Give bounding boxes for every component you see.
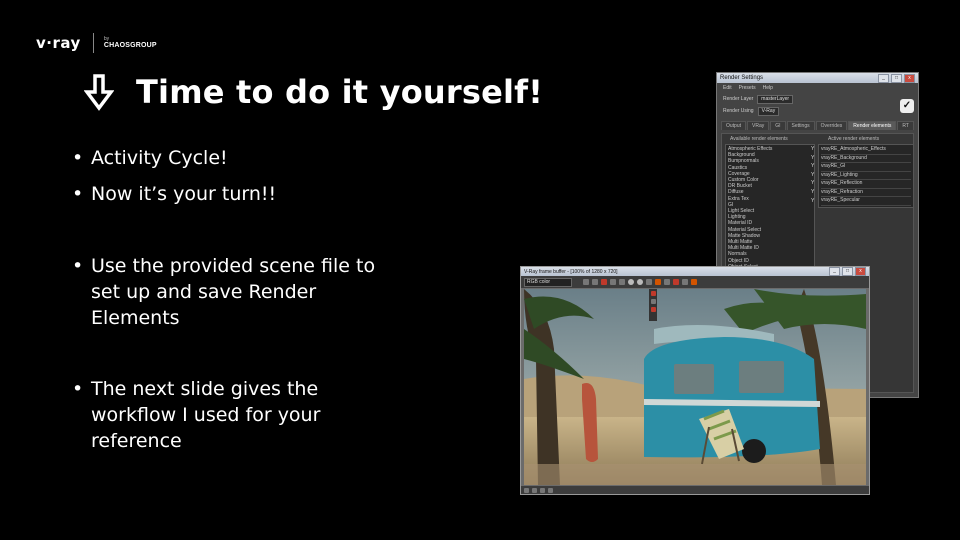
minimize-button[interactable]: _ [829, 267, 840, 276]
bullet-list: Use the provided scene file to set up an… [72, 253, 402, 331]
status-icon[interactable] [524, 487, 529, 493]
tab-vray[interactable]: VRay [747, 121, 770, 130]
render-preview-illustration [524, 289, 866, 485]
active-element-item[interactable]: vrayRE_Atmospheric_Effects [821, 146, 911, 155]
active-element-item[interactable]: vrayRE_GI [821, 163, 911, 172]
close-button[interactable]: x [904, 73, 915, 83]
arrow-down-icon [84, 74, 114, 111]
chaosgroup-logo: by CHAOSGROUP [103, 37, 157, 50]
link-icon[interactable] [664, 279, 670, 285]
channel-select[interactable]: RGB color [524, 277, 572, 287]
element-enabled-check[interactable]: Y [811, 171, 814, 180]
close-button[interactable]: x [855, 267, 866, 276]
lock-icon[interactable] [682, 279, 688, 285]
element-enabled-check[interactable]: Y [811, 162, 814, 171]
render-settings-tabs: Output VRay GI Settings Overrides Render… [717, 121, 918, 130]
element-checkmarks: YYYYYYY [811, 145, 814, 205]
tab-settings[interactable]: Settings [786, 121, 815, 130]
red-channel-icon[interactable] [601, 279, 607, 285]
slide-title: Time to do it yourself! [136, 73, 544, 111]
render-settings-title: Render Settings [720, 75, 764, 81]
active-elements-header: Active render elements [828, 136, 880, 142]
status-icon[interactable] [548, 487, 553, 493]
bullet-item: The next slide gives the workflow I used… [72, 376, 352, 454]
maximize-button[interactable]: □ [891, 73, 902, 83]
status-icon[interactable] [532, 487, 537, 493]
save-icon[interactable] [583, 279, 589, 285]
tab-render-elements[interactable]: Render elements [848, 121, 897, 130]
frame-buffer-title: V-Ray frame buffer - [100% of 1280 x 720… [524, 268, 618, 275]
menu-help[interactable]: Help [763, 85, 773, 91]
bullet-list: Activity Cycle! [72, 145, 228, 171]
region-icon[interactable] [646, 279, 652, 285]
clear-icon[interactable] [592, 279, 598, 285]
color-correction-icon[interactable] [650, 299, 656, 304]
stop-icon[interactable] [673, 279, 679, 285]
render-settings-titlebar: Render Settings _ □ x [717, 73, 918, 83]
render-layer-select[interactable]: masterLayer [757, 94, 794, 104]
frame-buffer-toolbar: RGB color [521, 276, 869, 288]
history-icon[interactable] [650, 291, 656, 296]
render-layer-label: Render Layer [723, 96, 754, 102]
bullet-list: Now it’s your turn!! [72, 181, 276, 207]
element-enabled-check[interactable]: Y [811, 145, 814, 154]
blue-channel-icon[interactable] [619, 279, 625, 285]
menu-presets[interactable]: Presets [739, 85, 756, 91]
tab-gi[interactable]: GI [770, 121, 786, 130]
render-settings-menubar: Edit Presets Help [717, 83, 918, 93]
vray-app-icon: ✓ [900, 99, 914, 113]
frame-buffer-window: V-Ray frame buffer - [100% of 1280 x 720… [520, 266, 870, 495]
maximize-button[interactable]: □ [842, 267, 853, 276]
frame-buffer-titlebar: V-Ray frame buffer - [100% of 1280 x 720… [521, 267, 869, 276]
element-enabled-check[interactable]: Y [811, 188, 814, 197]
mono-icon[interactable] [637, 279, 643, 285]
tab-overrides[interactable]: Overrides [815, 121, 848, 130]
render-using-select[interactable]: V-Ray [757, 106, 780, 116]
slide-header: Time to do it yourself! [84, 72, 543, 112]
active-element-item[interactable]: vrayRE_Reflection [821, 180, 911, 189]
bullet-item: Now it’s your turn!! [72, 181, 276, 207]
menu-edit[interactable]: Edit [723, 85, 732, 91]
alpha-channel-icon[interactable] [628, 279, 634, 285]
lens-effects-icon[interactable] [650, 307, 656, 312]
active-element-item[interactable]: vrayRE_Refraction [821, 189, 911, 197]
render-icon[interactable] [655, 279, 661, 285]
teapot-icon[interactable] [691, 279, 697, 285]
render-using-label: Render Using [723, 108, 754, 114]
active-element-item[interactable]: vrayRE_Lighting [821, 172, 911, 180]
green-channel-icon[interactable] [610, 279, 616, 285]
rendered-image [524, 289, 866, 485]
render-using-row: Render Using V-Ray [717, 105, 918, 117]
bullet-list: The next slide gives the workflow I used… [72, 376, 352, 454]
element-enabled-check[interactable]: Y [811, 154, 814, 163]
element-enabled-check[interactable]: Y [811, 179, 814, 188]
chaosgroup-wordmark: CHAOSGROUP [103, 42, 157, 49]
bullet-item: Use the provided scene file to set up an… [72, 253, 402, 331]
vray-wordmark: v·ray [36, 34, 81, 52]
element-enabled-check[interactable]: Y [811, 197, 814, 206]
tab-rt[interactable]: RT [897, 121, 914, 130]
frame-buffer-side-toolbar [649, 289, 657, 321]
active-element-item[interactable]: vrayRE_Specular [821, 197, 911, 206]
available-elements-header: Available render elements [730, 136, 788, 142]
bullet-item: Activity Cycle! [72, 145, 228, 171]
status-icon[interactable] [540, 487, 545, 493]
tab-output[interactable]: Output [721, 121, 747, 130]
vray-logo: v·ray by CHAOSGROUP [36, 33, 157, 53]
active-element-item[interactable]: vrayRE_Background [821, 155, 911, 163]
frame-buffer-statusbar [521, 486, 869, 494]
render-layer-row: Render Layer masterLayer [717, 93, 918, 105]
minimize-button[interactable]: _ [878, 73, 889, 83]
active-elements-list[interactable]: vrayRE_Atmospheric_Effects vrayRE_Backgro… [818, 144, 914, 208]
logo-divider [92, 33, 94, 53]
